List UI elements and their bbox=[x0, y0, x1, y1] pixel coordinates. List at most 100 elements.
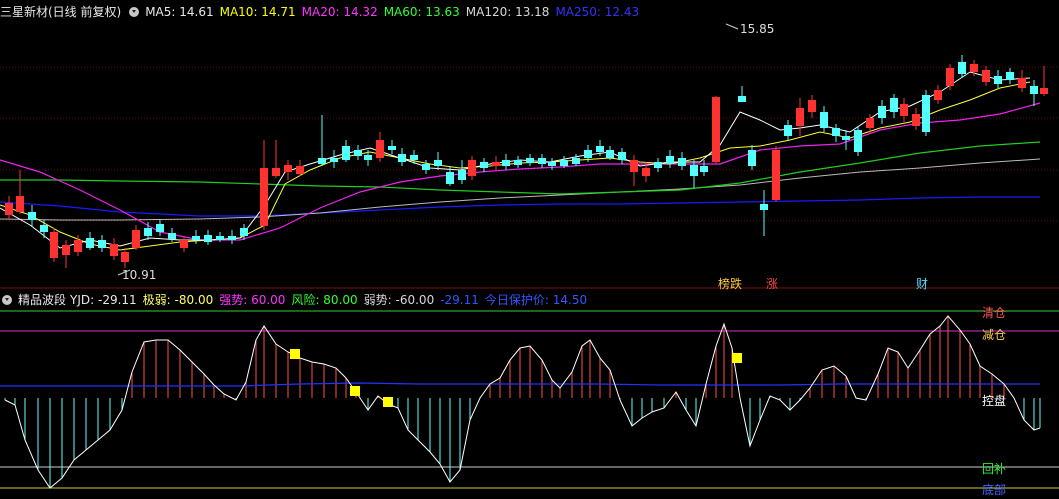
candle-body bbox=[654, 162, 662, 168]
candle-body bbox=[970, 64, 978, 72]
ma120-line bbox=[0, 158, 1041, 221]
signal-marker-1 bbox=[290, 349, 300, 359]
candle-body bbox=[922, 95, 930, 132]
candle-body bbox=[572, 158, 580, 164]
candlestick-series bbox=[5, 55, 1048, 268]
candle-body bbox=[690, 165, 698, 176]
label-dibu: 底部 bbox=[982, 483, 1007, 497]
candle-body bbox=[228, 236, 236, 240]
ma60-line bbox=[0, 141, 1041, 195]
candle-body bbox=[156, 224, 164, 232]
candle-body bbox=[548, 162, 556, 166]
candle-body bbox=[422, 164, 430, 170]
candle-body bbox=[434, 160, 442, 166]
candle-body bbox=[110, 244, 118, 256]
candle-body bbox=[1006, 72, 1014, 80]
candle-body bbox=[890, 98, 898, 112]
candle-body bbox=[98, 240, 106, 248]
candle-body bbox=[240, 228, 248, 236]
candle-body bbox=[410, 155, 418, 160]
candle-body bbox=[666, 156, 674, 164]
candle-body bbox=[318, 158, 326, 164]
candle-body bbox=[842, 136, 850, 140]
candle-body bbox=[678, 158, 686, 166]
candle-body bbox=[40, 225, 48, 232]
candle-body bbox=[738, 96, 746, 102]
candle-body bbox=[121, 252, 129, 262]
candle-body bbox=[398, 154, 406, 162]
candle-body bbox=[330, 158, 338, 162]
candle-body bbox=[354, 150, 362, 156]
candle-body bbox=[912, 114, 920, 126]
ma10-line bbox=[0, 81, 1031, 251]
candle-body bbox=[296, 166, 304, 174]
candle-body bbox=[700, 166, 708, 172]
candle-body bbox=[50, 232, 58, 258]
candle-body bbox=[514, 160, 522, 165]
candle-body bbox=[866, 118, 874, 128]
candle-body bbox=[526, 158, 534, 163]
candle-body bbox=[1018, 78, 1026, 88]
label-kongpan: 控盘 bbox=[982, 394, 1007, 408]
candle-body bbox=[86, 238, 94, 248]
candle-body bbox=[854, 130, 862, 152]
candle-body bbox=[28, 212, 36, 220]
candle-body bbox=[468, 160, 476, 176]
event-badge-2[interactable]: 涨 bbox=[766, 275, 778, 292]
label-buji: 回补 bbox=[982, 462, 1007, 476]
candle-body bbox=[784, 125, 792, 136]
candle-body bbox=[492, 162, 500, 166]
candle-body bbox=[388, 146, 396, 150]
candle-body bbox=[260, 168, 268, 226]
candle-body bbox=[772, 150, 780, 200]
candle-body bbox=[16, 196, 24, 212]
candle-body bbox=[502, 160, 510, 166]
candle-body bbox=[62, 245, 70, 255]
candle-body bbox=[284, 165, 292, 172]
low-price-label: 10.91 bbox=[122, 268, 157, 282]
candle-body bbox=[272, 168, 280, 176]
candle-body bbox=[808, 100, 816, 112]
candle-body bbox=[748, 150, 756, 166]
candle-body bbox=[982, 70, 990, 82]
candle-body bbox=[712, 97, 720, 162]
candle-body bbox=[5, 203, 13, 215]
candle-body bbox=[192, 236, 200, 240]
candle-body bbox=[364, 155, 372, 160]
label-qingcang: 清仓 bbox=[982, 306, 1007, 320]
candle-body bbox=[832, 128, 840, 136]
candle-body bbox=[376, 140, 384, 158]
candle-body bbox=[342, 146, 350, 160]
signal-marker-4 bbox=[732, 353, 742, 363]
candle-body bbox=[618, 152, 626, 160]
candle-body bbox=[144, 228, 152, 236]
high-arrow-icon bbox=[725, 23, 739, 30]
candle-body bbox=[132, 230, 140, 248]
candle-body bbox=[1030, 86, 1038, 94]
event-badge-3[interactable]: 财 bbox=[916, 275, 928, 292]
indicator-bars bbox=[4, 316, 1041, 488]
candle-body bbox=[560, 160, 568, 166]
signal-marker-3 bbox=[383, 397, 393, 407]
candle-body bbox=[958, 62, 966, 74]
candle-body bbox=[796, 108, 804, 126]
ma250-line bbox=[0, 196, 1040, 217]
candle-body bbox=[180, 240, 188, 248]
candle-body bbox=[946, 68, 954, 86]
chart-canvas[interactable] bbox=[0, 0, 1059, 499]
candle-body bbox=[878, 106, 886, 118]
indicator-curve bbox=[4, 315, 1041, 489]
label-jiancang: 减仓 bbox=[982, 328, 1007, 342]
candle-body bbox=[538, 158, 546, 164]
event-badge-1[interactable]: 榜跌 bbox=[718, 275, 742, 292]
candle-body bbox=[168, 233, 176, 239]
candle-body bbox=[1040, 88, 1048, 94]
candle-body bbox=[630, 160, 638, 172]
candle-body bbox=[820, 112, 828, 128]
candle-body bbox=[216, 236, 224, 240]
candle-body bbox=[596, 146, 604, 152]
candle-body bbox=[204, 235, 212, 242]
main-grid bbox=[0, 66, 1059, 222]
candle-body bbox=[994, 76, 1002, 84]
candle-body bbox=[934, 90, 942, 100]
